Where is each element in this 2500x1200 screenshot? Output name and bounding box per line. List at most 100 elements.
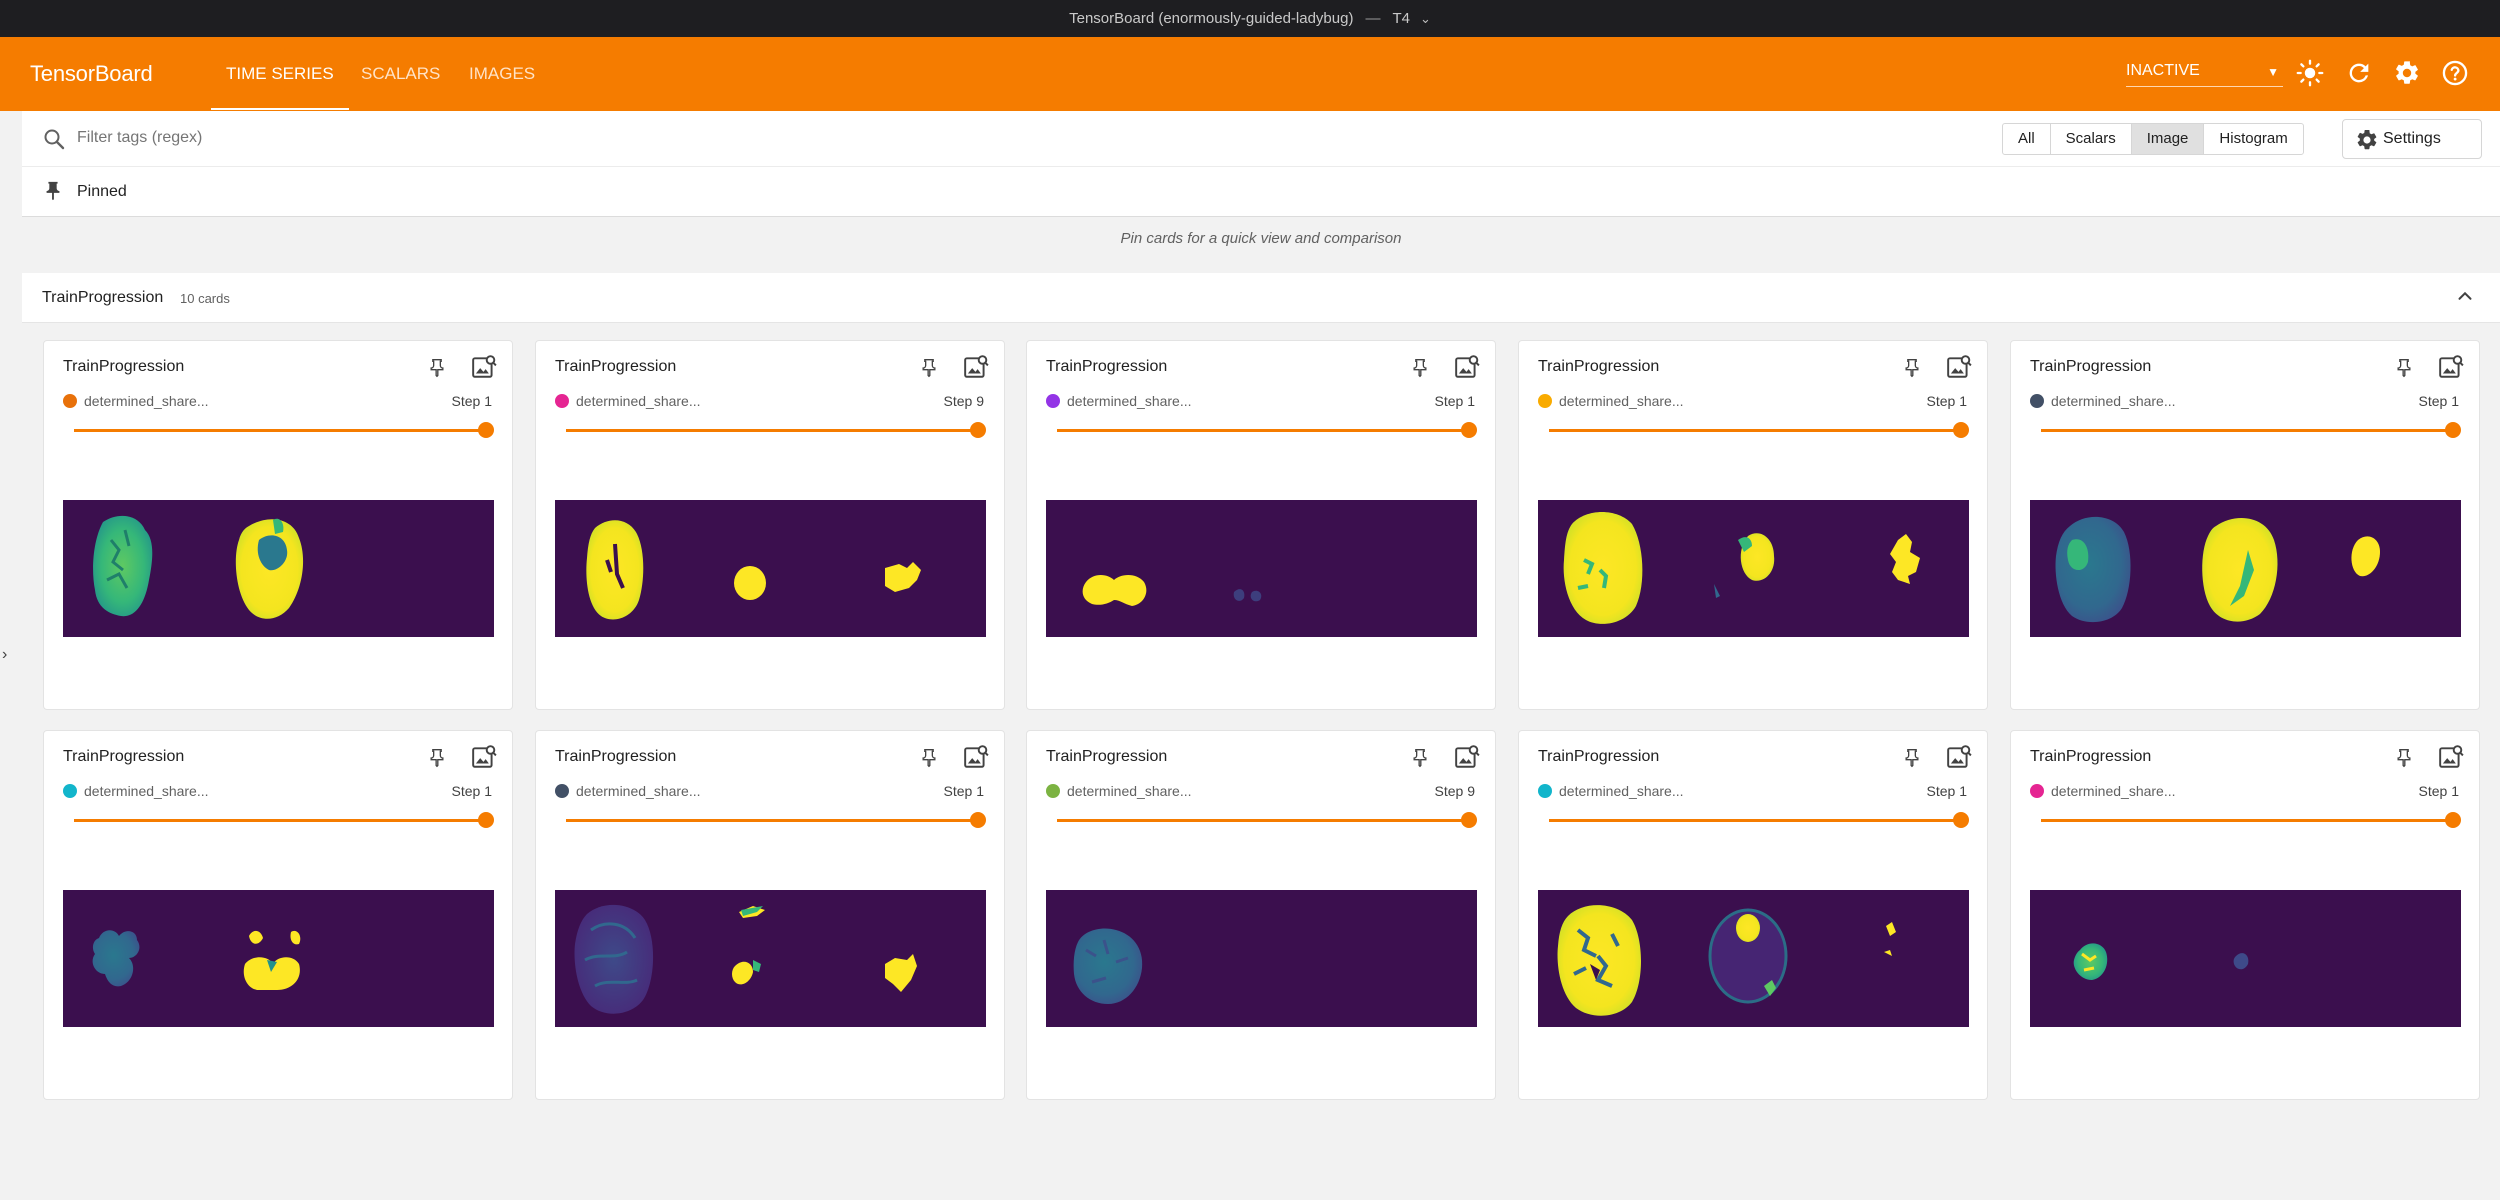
pin-card-icon[interactable]	[2394, 747, 2414, 769]
type-all-button[interactable]: All	[2003, 124, 2051, 154]
slider-thumb[interactable]	[478, 422, 494, 438]
image-settings-icon[interactable]	[2438, 744, 2464, 770]
pin-card-icon[interactable]	[919, 357, 939, 379]
type-image-button[interactable]: Image	[2131, 124, 2205, 154]
image-settings-icon[interactable]	[1454, 744, 1480, 770]
image-settings-icon[interactable]	[963, 744, 989, 770]
image-card: TrainProgression determined_share... Ste…	[1026, 730, 1496, 1100]
image-settings-icon[interactable]	[1946, 354, 1972, 380]
status-value: INACTIVE	[2126, 62, 2200, 79]
image-preview[interactable]	[1538, 500, 1969, 637]
card-group-header[interactable]: TrainProgression 10 cards	[22, 273, 2500, 323]
step-slider[interactable]	[1549, 422, 1969, 438]
image-preview[interactable]	[2030, 500, 2461, 637]
slider-thumb[interactable]	[2445, 812, 2461, 828]
step-slider[interactable]	[1057, 422, 1477, 438]
step-label: Step 1	[2418, 783, 2459, 799]
plot-type-toggle: All Scalars Image Histogram	[2002, 123, 2304, 155]
image-preview[interactable]	[555, 500, 986, 637]
refresh-icon[interactable]	[2345, 59, 2373, 87]
tab-time-series[interactable]: TIME SERIES	[211, 64, 349, 110]
pin-card-icon[interactable]	[919, 747, 939, 769]
brain-scan-image	[555, 890, 986, 1027]
slider-fill	[74, 429, 486, 432]
step-slider[interactable]	[2041, 812, 2461, 828]
image-card: TrainProgression determined_share... Ste…	[2010, 730, 2480, 1100]
step-slider[interactable]	[74, 422, 494, 438]
image-settings-icon[interactable]	[2438, 354, 2464, 380]
reload-status-select[interactable]: INACTIVE ▼	[2126, 59, 2283, 87]
pin-card-icon[interactable]	[427, 747, 447, 769]
slider-fill	[74, 819, 486, 822]
image-card: TrainProgression determined_share... Ste…	[535, 730, 1005, 1100]
pin-card-icon[interactable]	[1410, 747, 1430, 769]
run-color-dot	[1046, 784, 1060, 798]
image-settings-icon[interactable]	[1946, 744, 1972, 770]
pin-card-icon[interactable]	[427, 357, 447, 379]
card-title: TrainProgression	[1538, 358, 1660, 375]
step-slider[interactable]	[1057, 812, 1477, 828]
brightness-icon[interactable]	[2296, 59, 2324, 87]
run-color-dot	[2030, 784, 2044, 798]
run-color-dot	[1538, 394, 1552, 408]
image-settings-icon[interactable]	[471, 354, 497, 380]
step-slider[interactable]	[566, 812, 986, 828]
pin-card-icon[interactable]	[1902, 747, 1922, 769]
image-settings-icon[interactable]	[963, 354, 989, 380]
run-name: determined_share...	[2051, 393, 2176, 409]
pin-card-icon[interactable]	[1410, 357, 1430, 379]
step-label: Step 1	[451, 783, 492, 799]
dropdown-arrow-icon: ▼	[2267, 65, 2279, 79]
slider-thumb[interactable]	[478, 812, 494, 828]
image-preview[interactable]	[63, 500, 494, 637]
card-title: TrainProgression	[555, 358, 677, 375]
settings-icon[interactable]	[2393, 59, 2421, 87]
step-slider[interactable]	[566, 422, 986, 438]
step-slider[interactable]	[1549, 812, 1969, 828]
image-preview[interactable]	[1046, 890, 1477, 1027]
image-settings-icon[interactable]	[471, 744, 497, 770]
pin-card-icon[interactable]	[1902, 357, 1922, 379]
tag-filter-input[interactable]: Filter tags (regex)	[77, 129, 202, 147]
image-card: TrainProgression determined_share... Ste…	[43, 340, 513, 710]
image-preview[interactable]	[1538, 890, 1969, 1027]
slider-thumb[interactable]	[1461, 812, 1477, 828]
chevron-right-icon[interactable]: ›	[2, 646, 7, 664]
card-title: TrainProgression	[63, 748, 185, 765]
image-preview[interactable]	[1046, 500, 1477, 637]
help-icon[interactable]	[2441, 59, 2469, 87]
slider-thumb[interactable]	[1953, 812, 1969, 828]
image-card: TrainProgression determined_share... Ste…	[1026, 340, 1496, 710]
image-card: TrainProgression determined_share... Ste…	[535, 340, 1005, 710]
step-slider[interactable]	[74, 812, 494, 828]
slider-fill	[2041, 819, 2453, 822]
image-card: TrainProgression determined_share... Ste…	[43, 730, 513, 1100]
brain-scan-image	[2030, 500, 2461, 637]
tab-images[interactable]: IMAGES	[469, 64, 535, 84]
slider-thumb[interactable]	[2445, 422, 2461, 438]
run-name: determined_share...	[84, 783, 209, 799]
pin-card-icon[interactable]	[2394, 357, 2414, 379]
slider-thumb[interactable]	[1461, 422, 1477, 438]
run-color-dot	[555, 784, 569, 798]
run-color-dot	[63, 394, 77, 408]
type-histogram-button[interactable]: Histogram	[2204, 124, 2302, 154]
image-preview[interactable]	[63, 890, 494, 1027]
type-scalars-button[interactable]: Scalars	[2051, 124, 2132, 154]
group-card-count: 10 cards	[180, 291, 230, 306]
tab-scalars[interactable]: SCALARS	[361, 64, 440, 84]
slider-thumb[interactable]	[970, 812, 986, 828]
slider-thumb[interactable]	[970, 422, 986, 438]
settings-button[interactable]: Settings	[2342, 119, 2482, 159]
chevron-down-icon[interactable]: ⌄	[1420, 11, 1431, 27]
step-slider[interactable]	[2041, 422, 2461, 438]
instance-name[interactable]: T4	[1392, 10, 1410, 27]
image-preview[interactable]	[555, 890, 986, 1027]
slider-thumb[interactable]	[1953, 422, 1969, 438]
image-settings-icon[interactable]	[1454, 354, 1480, 380]
chevron-up-icon[interactable]	[2454, 285, 2476, 307]
step-label: Step 9	[943, 393, 984, 409]
image-preview[interactable]	[2030, 890, 2461, 1027]
brain-scan-image	[1538, 500, 1969, 637]
slider-fill	[566, 819, 978, 822]
